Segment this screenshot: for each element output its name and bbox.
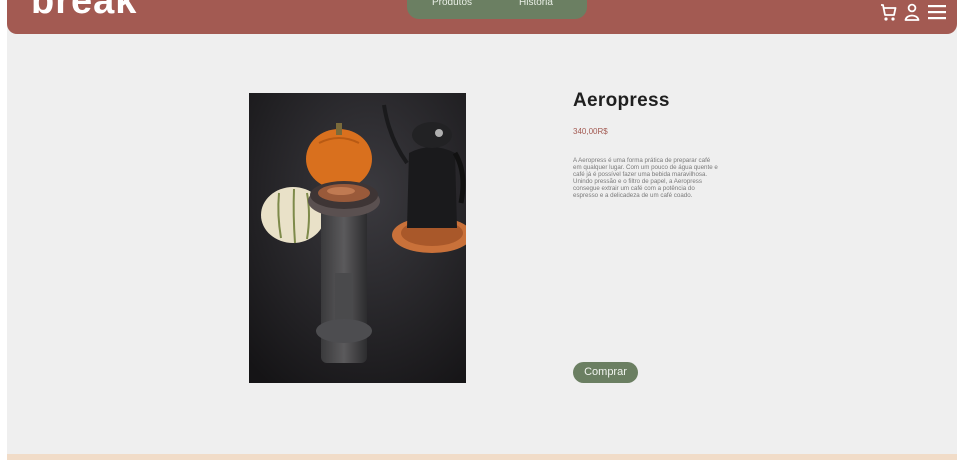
brand-logo[interactable]: break	[31, 0, 137, 20]
main-nav: Produtos História	[407, 0, 587, 19]
nav-link-produtos[interactable]: Produtos	[432, 0, 472, 8]
product-image	[249, 93, 466, 383]
nav-link-historia[interactable]: História	[519, 0, 553, 8]
page-background	[7, 0, 957, 460]
cart-icon[interactable]	[879, 2, 897, 29]
product-price: 340,00R$	[573, 127, 608, 136]
menu-icon[interactable]	[927, 2, 947, 29]
site-header: break Produtos História	[7, 0, 957, 34]
buy-button[interactable]: Comprar	[573, 362, 638, 383]
user-icon[interactable]	[903, 2, 921, 29]
footer-band	[7, 454, 957, 460]
header-actions	[879, 2, 947, 29]
aeropress-photo	[249, 93, 466, 383]
product-title: Aeropress	[573, 90, 670, 111]
product-description: A Aeropress é uma forma prática de prepa…	[573, 157, 718, 199]
